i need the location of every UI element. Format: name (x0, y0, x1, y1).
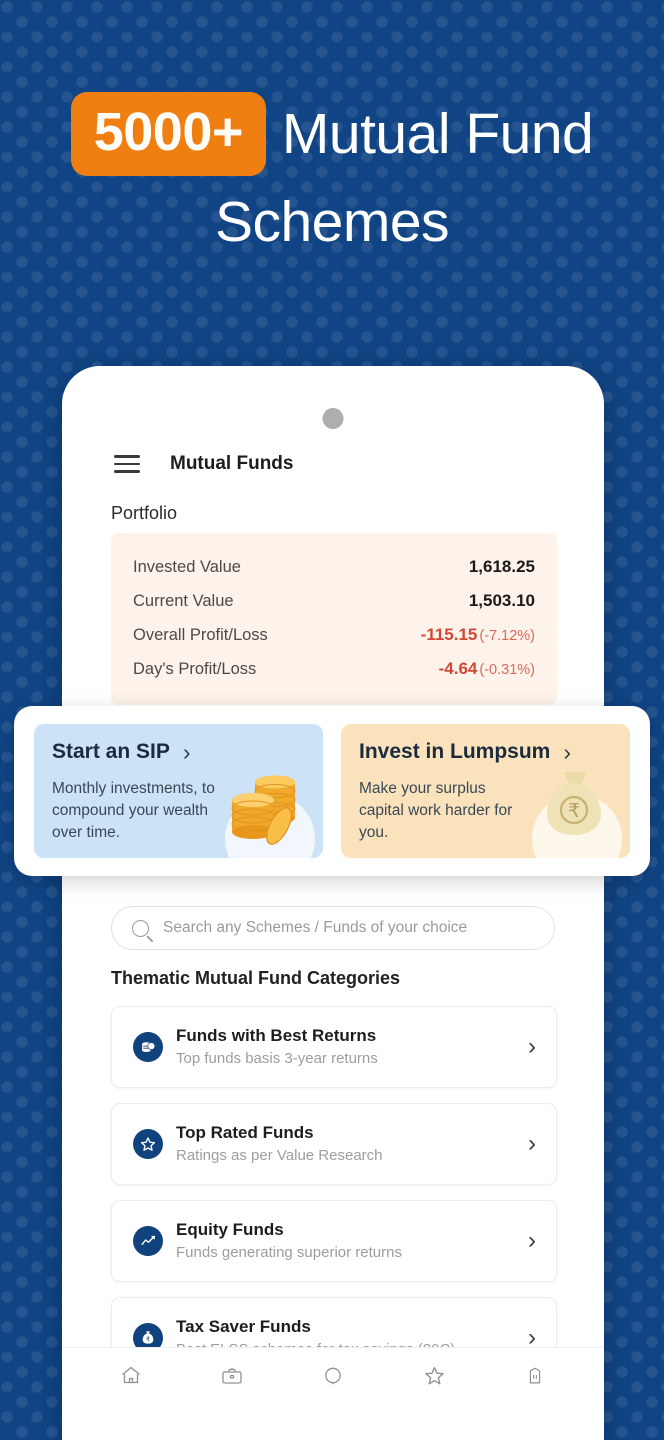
promo-header: Invest in Lumpsum › (359, 740, 612, 764)
nav-item-watchlist[interactable] (406, 1356, 462, 1396)
search-icon (132, 919, 149, 937)
money-bag-icon: ₹ (528, 762, 624, 858)
hero-line-2: Schemes (214, 190, 450, 254)
table-row: Current Value 1,503.10 (133, 584, 535, 618)
promo-panel: Start an SIP › Monthly investments, to c… (14, 706, 650, 876)
nav-item-portfolio[interactable] (204, 1356, 260, 1396)
list-item-text: Funds with Best Returns Top funds basis … (176, 1025, 520, 1069)
nav-item-home[interactable] (103, 1356, 159, 1396)
promo-header: Start an SIP › (52, 740, 305, 764)
promo-title: Start an SIP (52, 740, 170, 763)
promo-card-invest-lumpsum[interactable]: Invest in Lumpsum › Make your surplus ca… (341, 724, 630, 858)
row-value: 1,503.10 (468, 591, 535, 610)
list-item-text: Equity Funds Funds generating superior r… (176, 1219, 520, 1263)
list-item-title: Tax Saver Funds (176, 1317, 311, 1336)
star-badge-icon (133, 1129, 163, 1159)
coins-stack-icon (133, 1032, 163, 1062)
table-row: Invested Value 1,618.25 (133, 550, 535, 584)
row-value: -115.15 (420, 625, 478, 644)
row-label: Invested Value (133, 558, 241, 576)
promo-title: Invest in Lumpsum (359, 740, 551, 763)
list-item-subtitle: Top funds basis 3-year returns (176, 1050, 378, 1068)
category-list: Funds with Best Returns Top funds basis … (111, 1006, 557, 1394)
home-icon (119, 1364, 143, 1388)
search-input[interactable]: Search any Schemes / Funds of your choic… (111, 906, 555, 950)
page-title: Mutual Funds (170, 453, 294, 474)
app-header: Mutual Funds (62, 446, 604, 482)
list-item-subtitle: Ratings as per Value Research (176, 1147, 383, 1165)
line-chart-icon (133, 1226, 163, 1256)
search-placeholder: Search any Schemes / Funds of your choic… (163, 919, 468, 936)
row-value-group: -115.15 (-7.12%) (421, 625, 535, 645)
row-value: 1,618.25 (468, 557, 535, 576)
circle-icon (321, 1364, 345, 1388)
list-item-funds-with-best-returns[interactable]: Funds with Best Returns Top funds basis … (111, 1006, 557, 1088)
star-outline-icon (422, 1363, 447, 1388)
list-item-subtitle: Funds generating superior returns (176, 1244, 402, 1262)
nav-item-bank[interactable] (507, 1356, 563, 1396)
promo-description: Monthly investments, to compound your we… (52, 780, 215, 841)
hero-headline-text: Mutual Fund (281, 101, 594, 166)
row-value: -4.64 (438, 659, 478, 678)
chevron-right-icon[interactable]: › (528, 1132, 536, 1156)
chevron-right-icon[interactable]: › (528, 1229, 536, 1253)
search-section: Search any Schemes / Funds of your choic… (62, 906, 604, 950)
list-item-title: Top Rated Funds (176, 1123, 314, 1142)
list-item-top-rated-funds[interactable]: Top Rated Funds Ratings as per Value Res… (111, 1103, 557, 1185)
nav-item-explore[interactable] (305, 1356, 361, 1396)
row-percent: (-7.12%) (479, 628, 535, 644)
portfolio-summary-card[interactable]: Invested Value 1,618.25 Current Value 1,… (111, 533, 557, 705)
scheme-count-badge: 5000+ (70, 92, 266, 176)
chevron-right-icon[interactable]: › (528, 1035, 536, 1059)
list-item-text: Top Rated Funds Ratings as per Value Res… (176, 1122, 520, 1166)
gold-coins-icon (221, 762, 317, 858)
phone-mockup: Mutual Funds Portfolio Invested Value 1,… (62, 366, 604, 1440)
categories-heading: Thematic Mutual Fund Categories (111, 968, 401, 988)
promo-card-start-sip[interactable]: Start an SIP › Monthly investments, to c… (34, 724, 323, 858)
portfolio-section-label: Portfolio (111, 503, 178, 523)
table-row: Overall Profit/Loss -115.15 (-7.12%) (133, 618, 535, 652)
chevron-right-icon[interactable]: › (563, 740, 571, 764)
svg-text:₹: ₹ (568, 801, 580, 822)
list-item-equity-funds[interactable]: Equity Funds Funds generating superior r… (111, 1200, 557, 1282)
row-percent: (-0.31%) (479, 662, 535, 678)
promo-description: Make your surplus capital work harder fo… (359, 780, 513, 841)
list-item-title: Equity Funds (176, 1220, 284, 1239)
hamburger-icon[interactable] (114, 455, 140, 473)
hero-line-1: 5000+ Mutual Fund (0, 92, 664, 176)
row-label: Overall Profit/Loss (133, 626, 268, 644)
bottom-navigation-bar (62, 1347, 604, 1403)
camera-punch-hole-icon (322, 408, 344, 429)
row-value-group: -4.64 (-0.31%) (439, 659, 535, 679)
row-label: Day's Profit/Loss (133, 660, 257, 678)
chevron-right-icon[interactable]: › (183, 740, 191, 764)
briefcase-icon (220, 1364, 244, 1388)
list-item-title: Funds with Best Returns (176, 1026, 377, 1045)
hero-headline: 5000+ Mutual Fund Schemes (0, 92, 664, 251)
table-row: Day's Profit/Loss -4.64 (-0.31%) (133, 652, 535, 686)
row-label: Current Value (133, 592, 234, 610)
bank-icon (524, 1365, 546, 1387)
